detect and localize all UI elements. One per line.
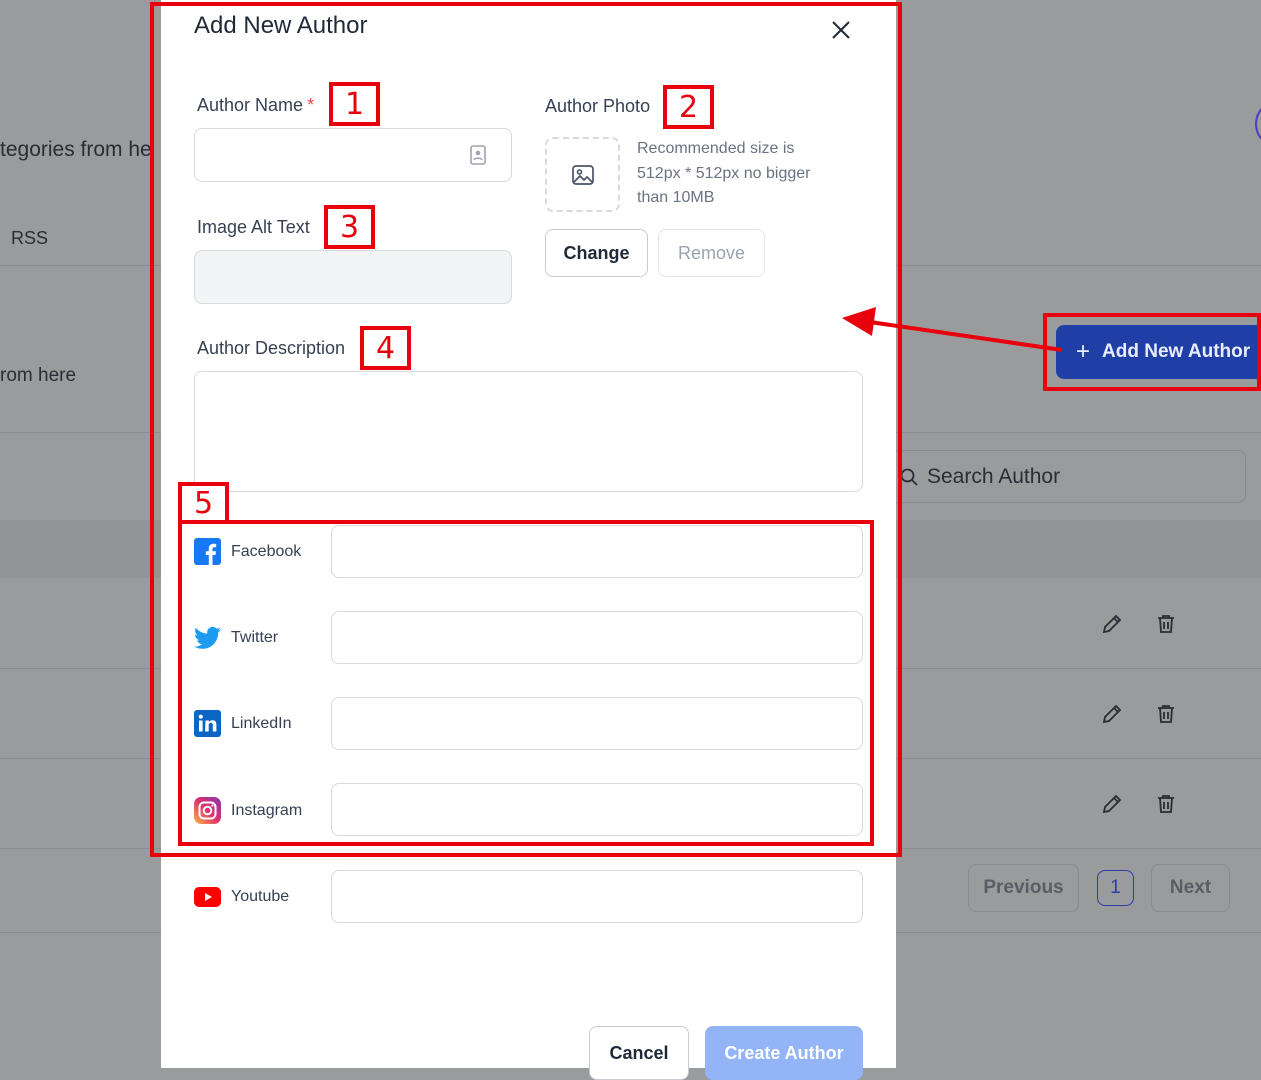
annotation-number: 5: [178, 482, 229, 524]
annotation-number: 3: [324, 205, 375, 249]
annotation-number: 2: [663, 85, 714, 129]
annotation-arrow: [842, 307, 1063, 352]
annotation-number: 1: [329, 82, 380, 126]
annotation-number: 4: [360, 326, 411, 370]
